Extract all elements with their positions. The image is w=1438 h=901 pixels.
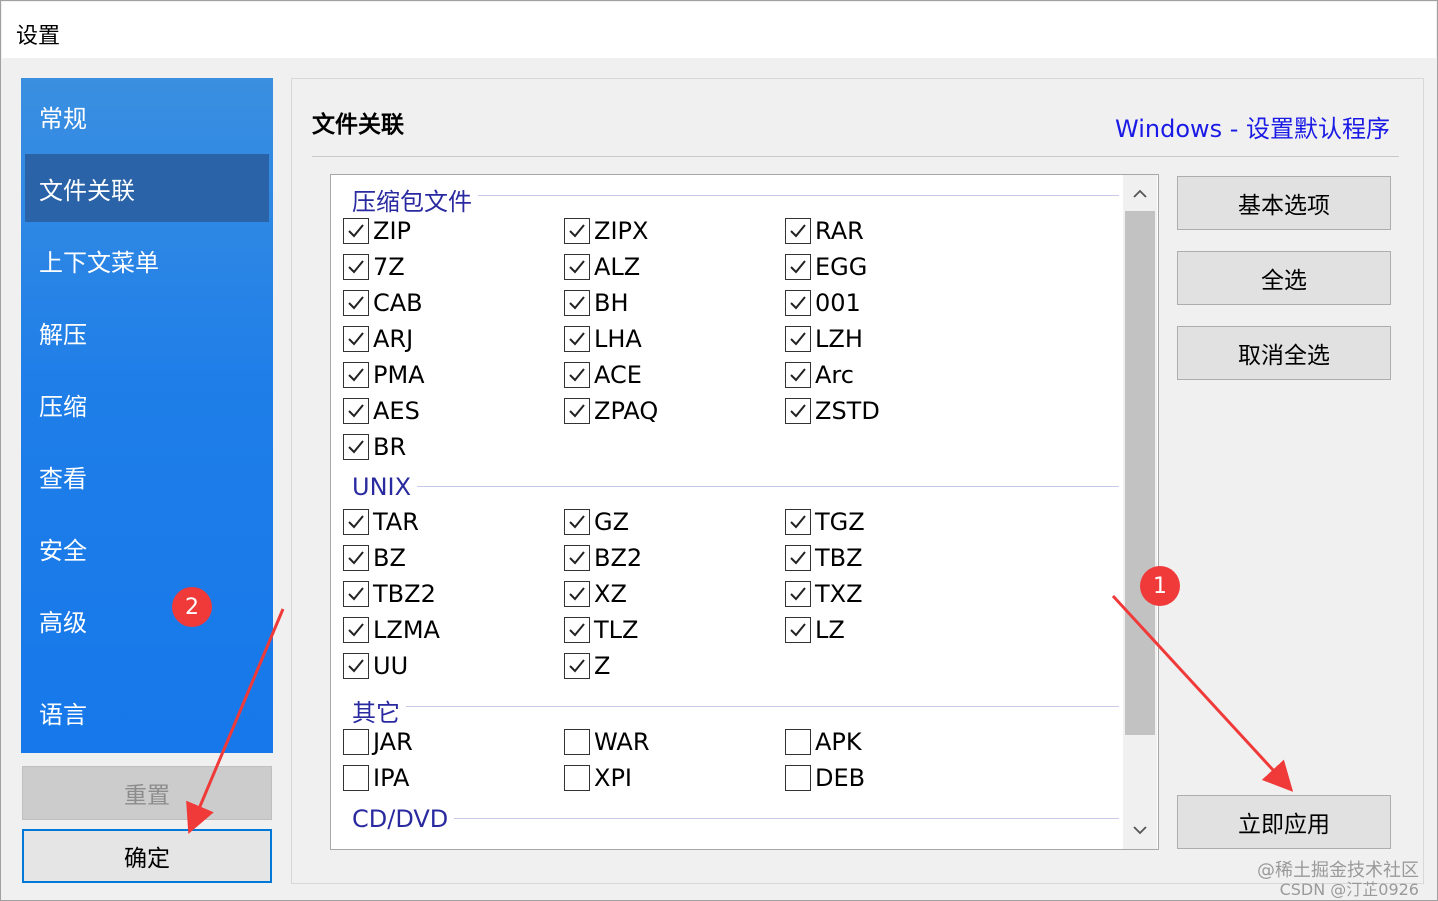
annotation-badge-2: 2 (172, 587, 212, 627)
annotation-badge-1: 1 (1140, 566, 1180, 606)
annotation-arrows (186, 594, 1294, 835)
settings-window: 设置 常规 文件关联 上下文菜单 解压 压缩 查看 安全 高级 语言 重置 确定… (0, 0, 1438, 901)
arrow-to-ok (186, 608, 285, 835)
watermark-csdn: CSDN @汀芷0926 (1279, 880, 1419, 899)
arrow-to-apply (1111, 594, 1294, 792)
